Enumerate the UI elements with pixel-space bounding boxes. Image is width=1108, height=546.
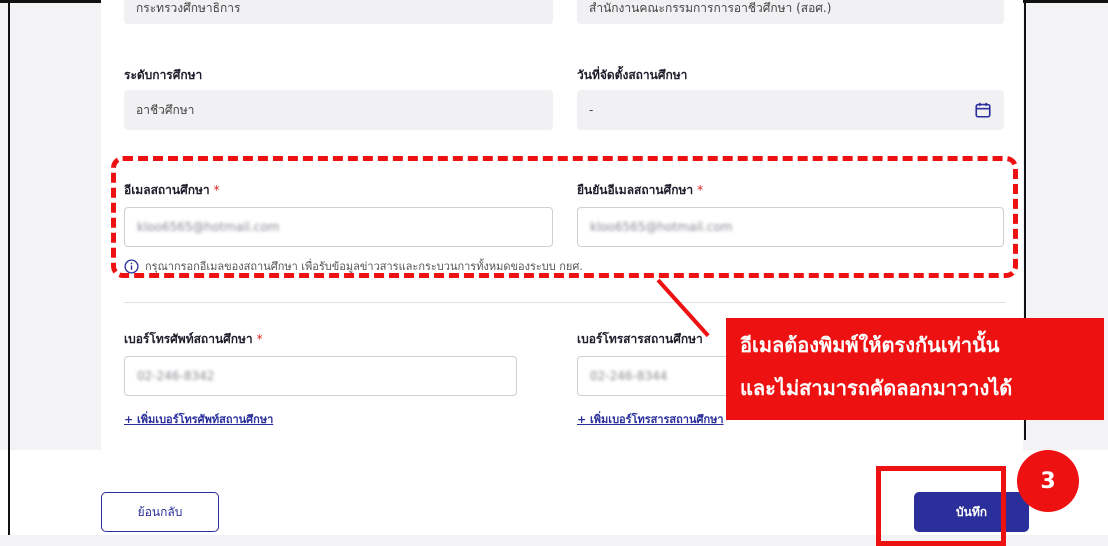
ministry-value: กระทรวงศึกษาธิการ: [136, 1, 241, 15]
established-date-field[interactable]: -: [577, 90, 1004, 130]
agency-value: สำนักงานคณะกรรมการการอาชีวศึกษา (สอศ.): [589, 1, 832, 15]
fax-input-value: 02-246-8344: [590, 369, 668, 383]
calendar-icon[interactable]: [974, 101, 992, 119]
step-number-badge: 3: [1017, 450, 1079, 512]
save-highlight-box: [876, 466, 1006, 546]
back-button[interactable]: ย้อนกลับ: [101, 492, 219, 532]
agency-field: สำนักงานคณะกรรมการการอาชีวศึกษา (สอศ.): [577, 0, 1004, 24]
required-mark: *: [256, 332, 263, 346]
callout-line-2: และไม่สามารถคัดลอกมาวางได้: [740, 376, 1013, 400]
established-date-label: วันที่จัดตั้งสถานศึกษา: [577, 68, 688, 82]
email-highlight-box: [111, 156, 1018, 278]
left-border-line-footer: [8, 450, 10, 535]
phone-input[interactable]: 02-246-8342: [124, 356, 517, 396]
education-level-value: อาชีวศึกษา: [136, 102, 195, 117]
phone-label-text: เบอร์โทรศัพท์สถานศึกษา: [124, 332, 253, 346]
ministry-field: กระทรวงศึกษาธิการ: [124, 0, 553, 24]
add-fax-link[interactable]: + เพิ่มเบอร์โทรสารสถานศึกษา: [577, 410, 732, 428]
callout-box: อีเมลต้องพิมพ์ให้ตรงกันเท่านั้น และไม่สา…: [726, 318, 1104, 420]
phone-label: เบอร์โทรศัพท์สถานศึกษา *: [124, 330, 263, 349]
add-phone-link[interactable]: + เพิ่มเบอร์โทรศัพท์สถานศึกษา: [124, 410, 273, 428]
fax-input[interactable]: 02-246-8344: [577, 356, 737, 396]
phone-input-value: 02-246-8342: [137, 369, 215, 383]
fax-label: เบอร์โทรสารสถานศึกษา: [577, 332, 703, 346]
callout-line-1: อีเมลต้องพิมพ์ให้ตรงกันเท่านั้น: [740, 333, 1000, 357]
section-divider: [124, 302, 1006, 303]
established-date-value: -: [589, 103, 594, 117]
education-level-field: อาชีวศึกษา: [124, 90, 553, 130]
education-level-label: ระดับการศึกษา: [124, 68, 203, 82]
